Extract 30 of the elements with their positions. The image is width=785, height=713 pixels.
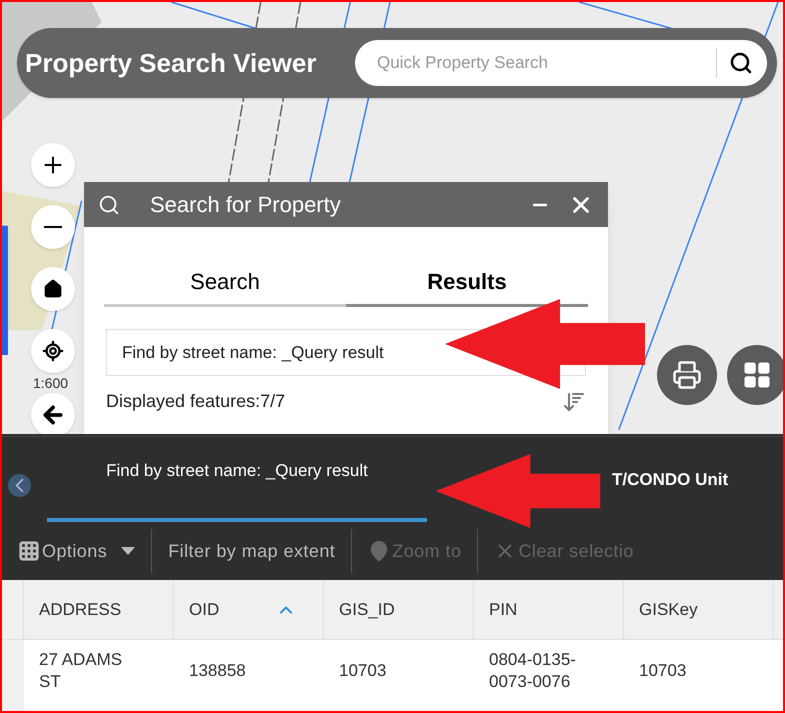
column-header[interactable]: OID <box>174 580 324 639</box>
table-tab[interactable]: Find by street name: _Query result <box>47 450 427 522</box>
scale-label: 1:600 <box>33 375 68 391</box>
column-header[interactable]: GIS_ID <box>324 580 474 639</box>
scroll-left-icon[interactable] <box>8 474 31 497</box>
column-header[interactable]: ADDRESS <box>24 580 174 639</box>
caret-icon <box>121 547 136 555</box>
minus-icon <box>44 226 62 228</box>
search-field[interactable]: Quick Property Search <box>355 40 767 86</box>
panel-tab[interactable]: Search <box>104 265 346 307</box>
panel-title: Search for Property <box>150 191 341 219</box>
table-cell-text: 10703 <box>338 660 388 682</box>
column-header[interactable]: PIN <box>474 580 624 639</box>
toolbar-button[interactable]: Options <box>2 538 152 564</box>
column-header[interactable]: GISKey <box>624 580 774 639</box>
search-icon[interactable] <box>729 51 753 75</box>
locate-icon <box>42 340 64 362</box>
grid-icon <box>18 540 40 562</box>
search-input[interactable]: Quick Property Search <box>377 50 704 76</box>
table-tab[interactable]: T/CONDO Unit <box>612 450 728 522</box>
table-cell-text: 27 ADAMS ST <box>38 649 124 693</box>
table-cell-text: 10703 <box>638 660 688 682</box>
table-cell-text: 0804-0135-0073-0076 <box>488 649 577 693</box>
toolbar-button[interactable]: Filter by map extent <box>152 538 352 564</box>
home-icon <box>43 279 63 299</box>
printer-icon <box>672 360 702 390</box>
features-count: Displayed features:7/7 <box>106 390 286 413</box>
table-cell-text: 138858 <box>188 660 247 682</box>
app-title: Property Search Viewer <box>25 46 316 80</box>
grid-icon <box>742 360 772 390</box>
